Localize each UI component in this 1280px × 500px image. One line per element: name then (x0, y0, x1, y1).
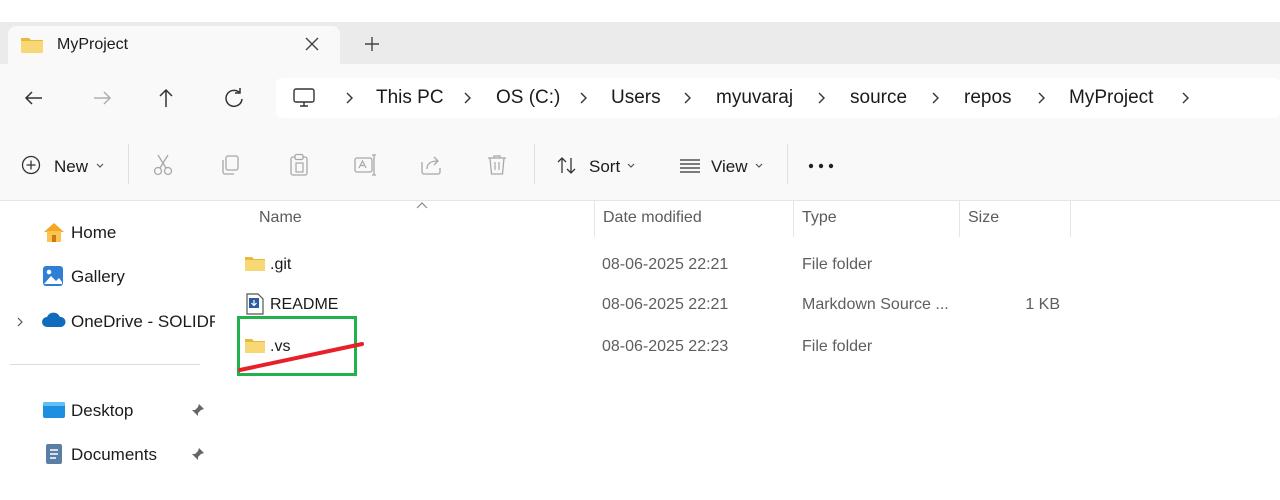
documents-icon (46, 444, 62, 464)
view-label: View (711, 157, 748, 176)
plus-circle-icon (21, 155, 41, 175)
new-button[interactable]: New (12, 146, 112, 186)
sidebar-item-label: Desktop (71, 401, 134, 420)
column-divider[interactable] (594, 201, 595, 237)
breadcrumb-item-os-c[interactable]: OS (C:) (496, 87, 560, 109)
sort-ascending-icon (416, 202, 428, 209)
cut-icon[interactable] (150, 152, 176, 178)
file-date: 08-06-2025 22:23 (602, 338, 729, 355)
toolbar-divider (128, 144, 129, 184)
pin-icon[interactable] (191, 403, 205, 417)
sidebar-item-label: OneDrive - SOLIDPI (71, 312, 215, 331)
sort-icon (557, 157, 576, 174)
copy-icon[interactable] (218, 152, 244, 178)
sidebar-item-label: Home (71, 223, 117, 242)
more-icon[interactable] (806, 156, 836, 176)
file-name: README (270, 296, 339, 313)
view-lines-icon (680, 159, 700, 173)
file-row[interactable]: README 08-06-2025 22:21 Markdown Source … (236, 289, 1076, 321)
annotation-strike-line (238, 342, 364, 372)
column-divider[interactable] (793, 201, 794, 237)
arrow-right-icon[interactable] (86, 82, 118, 114)
file-size: 1 KB (1025, 296, 1060, 313)
file-date: 08-06-2025 22:21 (602, 256, 729, 273)
tab-strip: MyProject (0, 22, 1280, 64)
breadcrumb-item-myproject[interactable]: MyProject (1069, 87, 1153, 109)
toolbar-divider (534, 144, 535, 184)
share-icon[interactable] (418, 152, 444, 178)
file-row[interactable]: .git 08-06-2025 22:21 File folder (236, 248, 1076, 280)
column-divider[interactable] (1070, 201, 1071, 237)
folder-icon (245, 257, 265, 271)
file-type: File folder (802, 256, 873, 273)
sidebar-item-label: Documents (71, 445, 157, 464)
column-header-name[interactable]: Name (259, 209, 302, 227)
command-bar: New Sort View (0, 132, 1280, 201)
sidebar-item-documents[interactable]: Documents (30, 441, 210, 469)
paste-icon[interactable] (286, 152, 312, 178)
chevron-right-icon[interactable] (814, 90, 828, 106)
toolbar-divider (787, 144, 788, 184)
file-name: .git (270, 256, 292, 273)
chevron-right-icon[interactable] (342, 90, 356, 106)
file-date: 08-06-2025 22:21 (602, 296, 729, 313)
breadcrumb-item-repos[interactable]: repos (964, 87, 1012, 109)
chevron-right-icon[interactable] (14, 315, 26, 329)
breadcrumb-item-myuvaraj[interactable]: myuvaraj (716, 87, 793, 109)
pin-icon[interactable] (191, 447, 205, 461)
cloud-icon (42, 312, 66, 327)
chevron-right-icon[interactable] (680, 90, 694, 106)
breadcrumb-item-users[interactable]: Users (611, 87, 661, 109)
markdown-file-icon (246, 293, 264, 315)
home-icon (44, 223, 64, 242)
address-bar[interactable]: This PC OS (C:) Users myuvaraj source re… (276, 78, 1280, 118)
column-header-type[interactable]: Type (802, 209, 837, 227)
chevron-down-icon (755, 163, 763, 168)
sidebar-item-onedrive[interactable]: OneDrive - SOLIDPI (30, 307, 215, 335)
column-header-size[interactable]: Size (968, 209, 999, 227)
column-header-date-modified[interactable]: Date modified (603, 209, 702, 227)
plus-icon[interactable] (360, 32, 384, 56)
column-divider[interactable] (959, 201, 960, 237)
sidebar-item-label: Gallery (71, 267, 125, 286)
chevron-down-icon (627, 163, 635, 168)
folder-icon (21, 38, 43, 53)
chevron-down-icon (96, 163, 104, 168)
new-label: New (54, 157, 89, 176)
gallery-icon (43, 266, 63, 286)
rename-icon[interactable] (352, 152, 378, 178)
chevron-right-icon[interactable] (576, 90, 590, 106)
sidebar-item-desktop[interactable]: Desktop (30, 397, 210, 425)
sidebar-item-home[interactable]: Home (30, 219, 210, 247)
chevron-right-icon[interactable] (1034, 90, 1048, 106)
monitor-icon[interactable] (292, 87, 316, 109)
navigation-pane: Home Gallery OneDrive - SOLIDPI Desktop (0, 201, 215, 500)
sort-button[interactable]: Sort (548, 146, 658, 186)
sort-label: Sort (589, 157, 621, 176)
sidebar-divider (10, 364, 200, 365)
arrow-left-icon[interactable] (18, 82, 50, 114)
tab-myproject[interactable]: MyProject (8, 26, 340, 64)
chevron-right-icon[interactable] (928, 90, 942, 106)
address-row: This PC OS (C:) Users myuvaraj source re… (0, 64, 1280, 132)
file-type: Markdown Source ... (802, 296, 949, 313)
breadcrumb-item-this-pc[interactable]: This PC (376, 87, 444, 109)
chevron-right-icon[interactable] (1178, 90, 1192, 106)
sidebar-item-gallery[interactable]: Gallery (30, 263, 210, 291)
desktop-icon (43, 402, 65, 418)
tab-title: MyProject (57, 36, 129, 53)
arrow-up-icon[interactable] (150, 82, 182, 114)
chevron-right-icon[interactable] (460, 90, 474, 106)
breadcrumb-item-source[interactable]: source (850, 87, 907, 109)
refresh-icon[interactable] (218, 82, 250, 114)
file-type: File folder (802, 338, 873, 355)
view-button[interactable]: View (670, 146, 780, 186)
delete-icon[interactable] (484, 152, 510, 178)
close-icon[interactable] (300, 32, 324, 56)
